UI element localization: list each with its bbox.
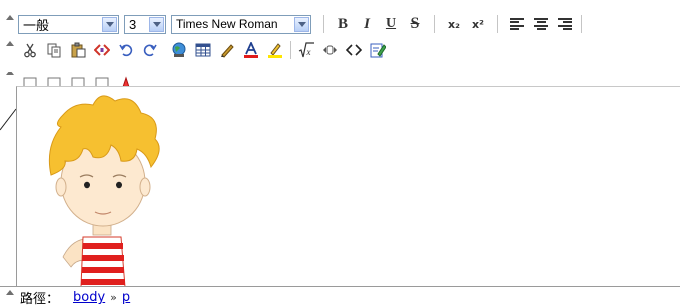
undo-icon xyxy=(119,44,133,57)
insert-table-button[interactable] xyxy=(192,39,214,61)
font-size-select[interactable]: 3 xyxy=(124,14,166,34)
toolbar-button-partial[interactable] xyxy=(19,73,41,86)
toolbar-row-2: x xyxy=(0,36,390,64)
underline-button[interactable]: U xyxy=(380,13,402,35)
toolbar-button-partial[interactable] xyxy=(91,73,113,86)
insert-media-button[interactable] xyxy=(319,39,341,61)
editor-content-area[interactable] xyxy=(16,86,680,287)
align-center-button[interactable] xyxy=(530,13,552,35)
breadcrumb-separator: » xyxy=(110,291,117,304)
cut-button[interactable] xyxy=(19,39,41,61)
path-label: 路徑： xyxy=(20,292,60,307)
redo-button[interactable] xyxy=(139,39,161,61)
font-color-button[interactable] xyxy=(240,39,262,61)
breadcrumb-body-link[interactable]: body xyxy=(73,290,105,305)
paste-icon xyxy=(71,42,86,58)
chevron-down-icon[interactable] xyxy=(149,16,164,32)
toolbar-button-partial[interactable] xyxy=(43,73,65,86)
format-select-value: 一般 xyxy=(23,17,50,33)
code-brackets-icon xyxy=(346,44,362,56)
table-icon xyxy=(195,43,211,57)
source-code-icon xyxy=(94,44,110,56)
toolbar-collapse-grip[interactable] xyxy=(0,38,18,62)
align-center-icon xyxy=(534,18,548,30)
highlight-color-button[interactable] xyxy=(264,39,286,61)
toolbar-separator xyxy=(497,15,498,33)
partial-icon xyxy=(95,77,109,86)
redo-icon xyxy=(143,44,157,57)
chevron-down-icon[interactable] xyxy=(102,16,117,32)
copy-icon xyxy=(47,43,61,58)
draw-button[interactable] xyxy=(216,39,238,61)
editor-toolbar: 一般 3 Times New Roman B I U S x₂ x² x xyxy=(0,0,680,86)
insert-code-button[interactable] xyxy=(343,39,365,61)
superscript-button[interactable]: x² xyxy=(467,13,489,35)
toolbar-separator xyxy=(581,15,582,33)
copy-button[interactable] xyxy=(43,39,65,61)
toolbar-button-partial[interactable] xyxy=(67,73,89,86)
square-root-icon: x xyxy=(298,42,314,58)
insert-link-button[interactable] xyxy=(168,39,190,61)
partial-icon xyxy=(47,77,61,86)
partial-icon xyxy=(23,77,37,86)
toolbar-collapse-grip[interactable] xyxy=(0,72,18,86)
subscript-button[interactable]: x₂ xyxy=(443,13,465,35)
status-collapse-grip[interactable] xyxy=(0,287,18,308)
chevron-down-icon[interactable] xyxy=(294,16,309,32)
cartoon-boy-image xyxy=(48,95,160,287)
toolbar-row-1: 一般 3 Times New Roman B I U S x₂ x² xyxy=(0,10,589,38)
paste-button[interactable] xyxy=(67,39,89,61)
partial-icon xyxy=(122,76,130,86)
status-bar: 路徑： body » p xyxy=(0,286,680,308)
svg-text:x: x xyxy=(306,47,311,57)
align-right-icon xyxy=(558,18,572,30)
toolbar-separator xyxy=(434,15,435,33)
font-color-icon xyxy=(244,42,258,58)
toolbar-separator xyxy=(290,41,291,59)
toolbar-separator xyxy=(323,15,324,33)
toolbar-collapse-grip[interactable] xyxy=(0,12,18,36)
strikethrough-button[interactable]: S xyxy=(404,13,426,35)
scissors-icon xyxy=(24,43,36,58)
align-left-icon xyxy=(510,18,524,30)
font-size-select-value: 3 xyxy=(129,16,137,32)
html-source-button[interactable] xyxy=(91,39,113,61)
breadcrumb-p-link[interactable]: p xyxy=(122,290,130,305)
highlighter-icon xyxy=(268,43,282,58)
edit-note-icon xyxy=(370,43,386,58)
bold-button[interactable]: B xyxy=(332,13,354,35)
font-family-select-value: Times New Roman xyxy=(176,17,278,31)
partial-icon xyxy=(71,77,85,86)
globe-icon xyxy=(172,42,186,57)
font-family-select[interactable]: Times New Roman xyxy=(171,14,311,34)
pencil-icon xyxy=(221,44,234,58)
italic-button[interactable]: I xyxy=(356,13,378,35)
media-swap-icon xyxy=(323,45,337,55)
align-right-button[interactable] xyxy=(554,13,576,35)
undo-button[interactable] xyxy=(115,39,137,61)
format-select[interactable]: 一般 xyxy=(18,14,119,34)
insert-formula-button[interactable]: x xyxy=(295,39,317,61)
edit-form-button[interactable] xyxy=(367,39,389,61)
toolbar-button-partial[interactable] xyxy=(115,73,137,86)
align-left-button[interactable] xyxy=(506,13,528,35)
toolbar-row-3-clipped xyxy=(0,72,138,86)
